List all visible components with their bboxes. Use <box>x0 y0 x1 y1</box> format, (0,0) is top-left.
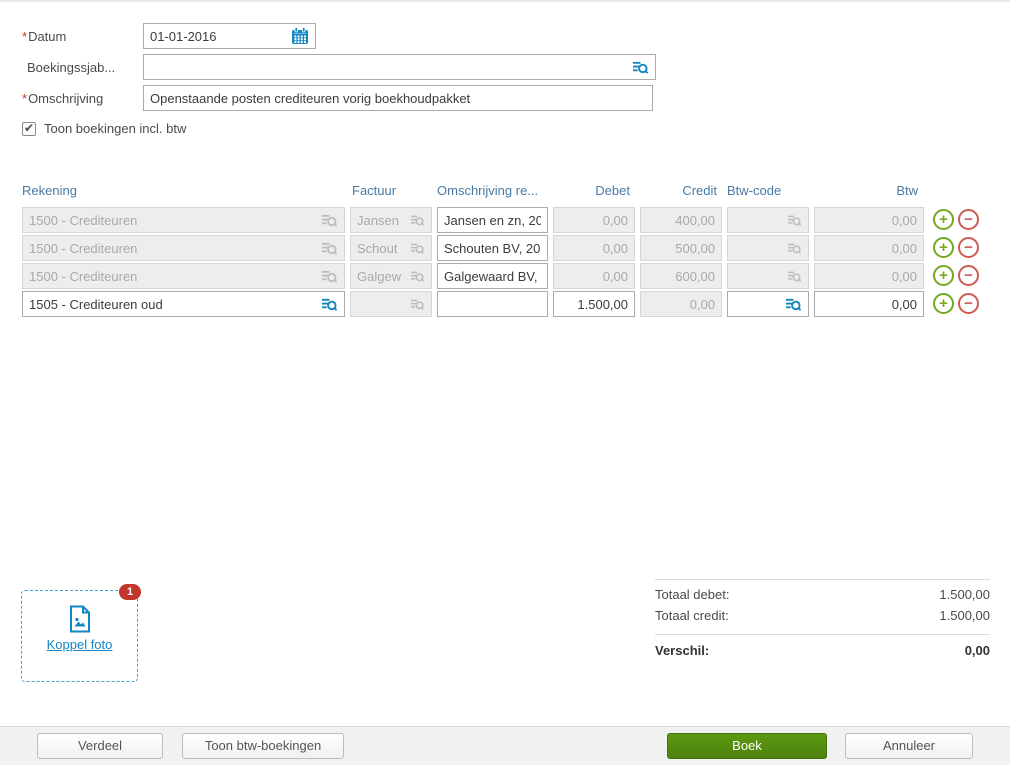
omschrijving-regel-field[interactable]: Schouten BV, 201 <box>437 235 548 261</box>
verschil-label: Verschil: <box>655 643 709 658</box>
datum-label: *Datum <box>22 29 66 44</box>
factuur-field: Jansen <box>350 207 432 233</box>
btw-field: 0,00 <box>814 207 924 233</box>
verschil-value: 0,00 <box>965 643 990 658</box>
header-factuur: Factuur <box>352 183 396 198</box>
omschrijving-regel-field[interactable] <box>437 291 548 317</box>
checkbox-icon[interactable] <box>22 122 36 136</box>
boekingssjabloon-label: Boekingssjab... <box>27 60 115 75</box>
search-list-icon[interactable] <box>321 297 338 312</box>
search-list-icon <box>410 298 425 311</box>
footer-bar: Verdeel Toon btw-boekingen Boek Annuleer <box>0 726 1010 765</box>
search-list-icon <box>321 241 338 256</box>
search-list-icon <box>787 214 802 227</box>
totals-panel: Totaal debet: 1.500,00 Totaal credit: 1.… <box>655 579 990 661</box>
search-list-icon[interactable] <box>632 60 649 75</box>
credit-field: 500,00 <box>640 235 722 261</box>
header-debet: Debet <box>553 183 630 198</box>
credit-field: 400,00 <box>640 207 722 233</box>
omschrijving-regel-field[interactable]: Galgewaard BV, 2 <box>437 263 548 289</box>
totaal-credit-row: Totaal credit: 1.500,00 <box>655 605 990 626</box>
annuleer-button[interactable]: Annuleer <box>845 733 973 759</box>
header-rekening: Rekening <box>22 183 77 198</box>
rekening-field: 1500 - Crediteuren <box>22 207 345 233</box>
calendar-icon[interactable] <box>291 27 309 45</box>
header-credit: Credit <box>640 183 717 198</box>
table-row: 1500 - Crediteuren Jansen Jansen en zn, … <box>0 207 1010 233</box>
debet-field: 0,00 <box>553 263 635 289</box>
required-asterisk: * <box>22 29 27 44</box>
totaal-debet-value: 1.500,00 <box>939 587 990 602</box>
credit-field: 600,00 <box>640 263 722 289</box>
table-row: 1500 - Crediteuren Galgew Galgewaard BV,… <box>0 263 1010 289</box>
search-list-icon[interactable] <box>785 297 802 312</box>
attachment-count-badge: 1 <box>119 584 141 600</box>
header-omschrijving: Omschrijving re... <box>437 183 538 198</box>
btw-code-field <box>727 263 809 289</box>
btw-field: 0,00 <box>814 235 924 261</box>
rekening-field: 1500 - Crediteuren <box>22 235 345 261</box>
add-row-button[interactable]: + <box>933 293 954 314</box>
omschrijving-label: *Omschrijving <box>22 91 103 106</box>
boek-button[interactable]: Boek <box>667 733 827 759</box>
boekingssjabloon-input[interactable] <box>143 54 656 80</box>
remove-row-button[interactable]: − <box>958 209 979 230</box>
add-row-button[interactable]: + <box>933 209 954 230</box>
search-list-icon <box>787 242 802 255</box>
debet-field[interactable]: 1.500,00 <box>553 291 635 317</box>
verdeel-button[interactable]: Verdeel <box>37 733 163 759</box>
journal-entry-form: *Datum 01-01-2016 Boekingssjab... *Omsch… <box>0 0 1010 765</box>
toon-btw-checkbox-label: Toon boekingen incl. btw <box>44 121 186 136</box>
verschil-row: Verschil: 0,00 <box>655 635 990 661</box>
factuur-field: Schout <box>350 235 432 261</box>
debet-field: 0,00 <box>553 207 635 233</box>
remove-row-button[interactable]: − <box>958 265 979 286</box>
search-list-icon <box>410 214 425 227</box>
koppel-foto-link[interactable]: Koppel foto <box>22 637 137 652</box>
omschrijving-regel-field[interactable]: Jansen en zn, 201 <box>437 207 548 233</box>
omschrijving-value: Openstaande posten crediteuren vorig boe… <box>150 91 646 106</box>
add-row-button[interactable]: + <box>933 237 954 258</box>
totaal-debet-label: Totaal debet: <box>655 587 729 602</box>
factuur-field <box>350 291 432 317</box>
search-list-icon <box>410 242 425 255</box>
remove-row-button[interactable]: − <box>958 293 979 314</box>
credit-field: 0,00 <box>640 291 722 317</box>
toon-btw-boekingen-button[interactable]: Toon btw-boekingen <box>182 733 344 759</box>
required-asterisk: * <box>22 91 27 106</box>
datum-value: 01-01-2016 <box>150 29 287 44</box>
totaal-debet-row: Totaal debet: 1.500,00 <box>655 580 990 605</box>
table-row: 1500 - Crediteuren Schout Schouten BV, 2… <box>0 235 1010 261</box>
search-list-icon <box>321 269 338 284</box>
omschrijving-input[interactable]: Openstaande posten crediteuren vorig boe… <box>143 85 653 111</box>
search-list-icon <box>321 213 338 228</box>
remove-row-button[interactable]: − <box>958 237 979 258</box>
btw-field: 0,00 <box>814 263 924 289</box>
btw-code-field[interactable] <box>727 291 809 317</box>
totaal-credit-value: 1.500,00 <box>939 608 990 623</box>
btw-code-field <box>727 207 809 233</box>
search-list-icon <box>410 270 425 283</box>
rekening-field: 1500 - Crediteuren <box>22 263 345 289</box>
header-btw: Btw <box>814 183 918 198</box>
datum-input[interactable]: 01-01-2016 <box>143 23 316 49</box>
totaal-credit-label: Totaal credit: <box>655 608 729 623</box>
debet-field: 0,00 <box>553 235 635 261</box>
factuur-field: Galgew <box>350 263 432 289</box>
add-row-button[interactable]: + <box>933 265 954 286</box>
btw-code-field <box>727 235 809 261</box>
btw-field[interactable]: 0,00 <box>814 291 924 317</box>
toon-btw-checkbox[interactable]: Toon boekingen incl. btw <box>22 121 186 136</box>
photo-document-icon <box>22 605 137 633</box>
rekening-field[interactable]: 1505 - Crediteuren oud <box>22 291 345 317</box>
search-list-icon <box>787 270 802 283</box>
header-btw-code: Btw-code <box>727 183 781 198</box>
table-row: 1505 - Crediteuren oud 1.500,00 0,00 0,0… <box>0 291 1010 317</box>
koppel-foto-dropzone[interactable]: 1 Koppel foto <box>21 590 138 682</box>
